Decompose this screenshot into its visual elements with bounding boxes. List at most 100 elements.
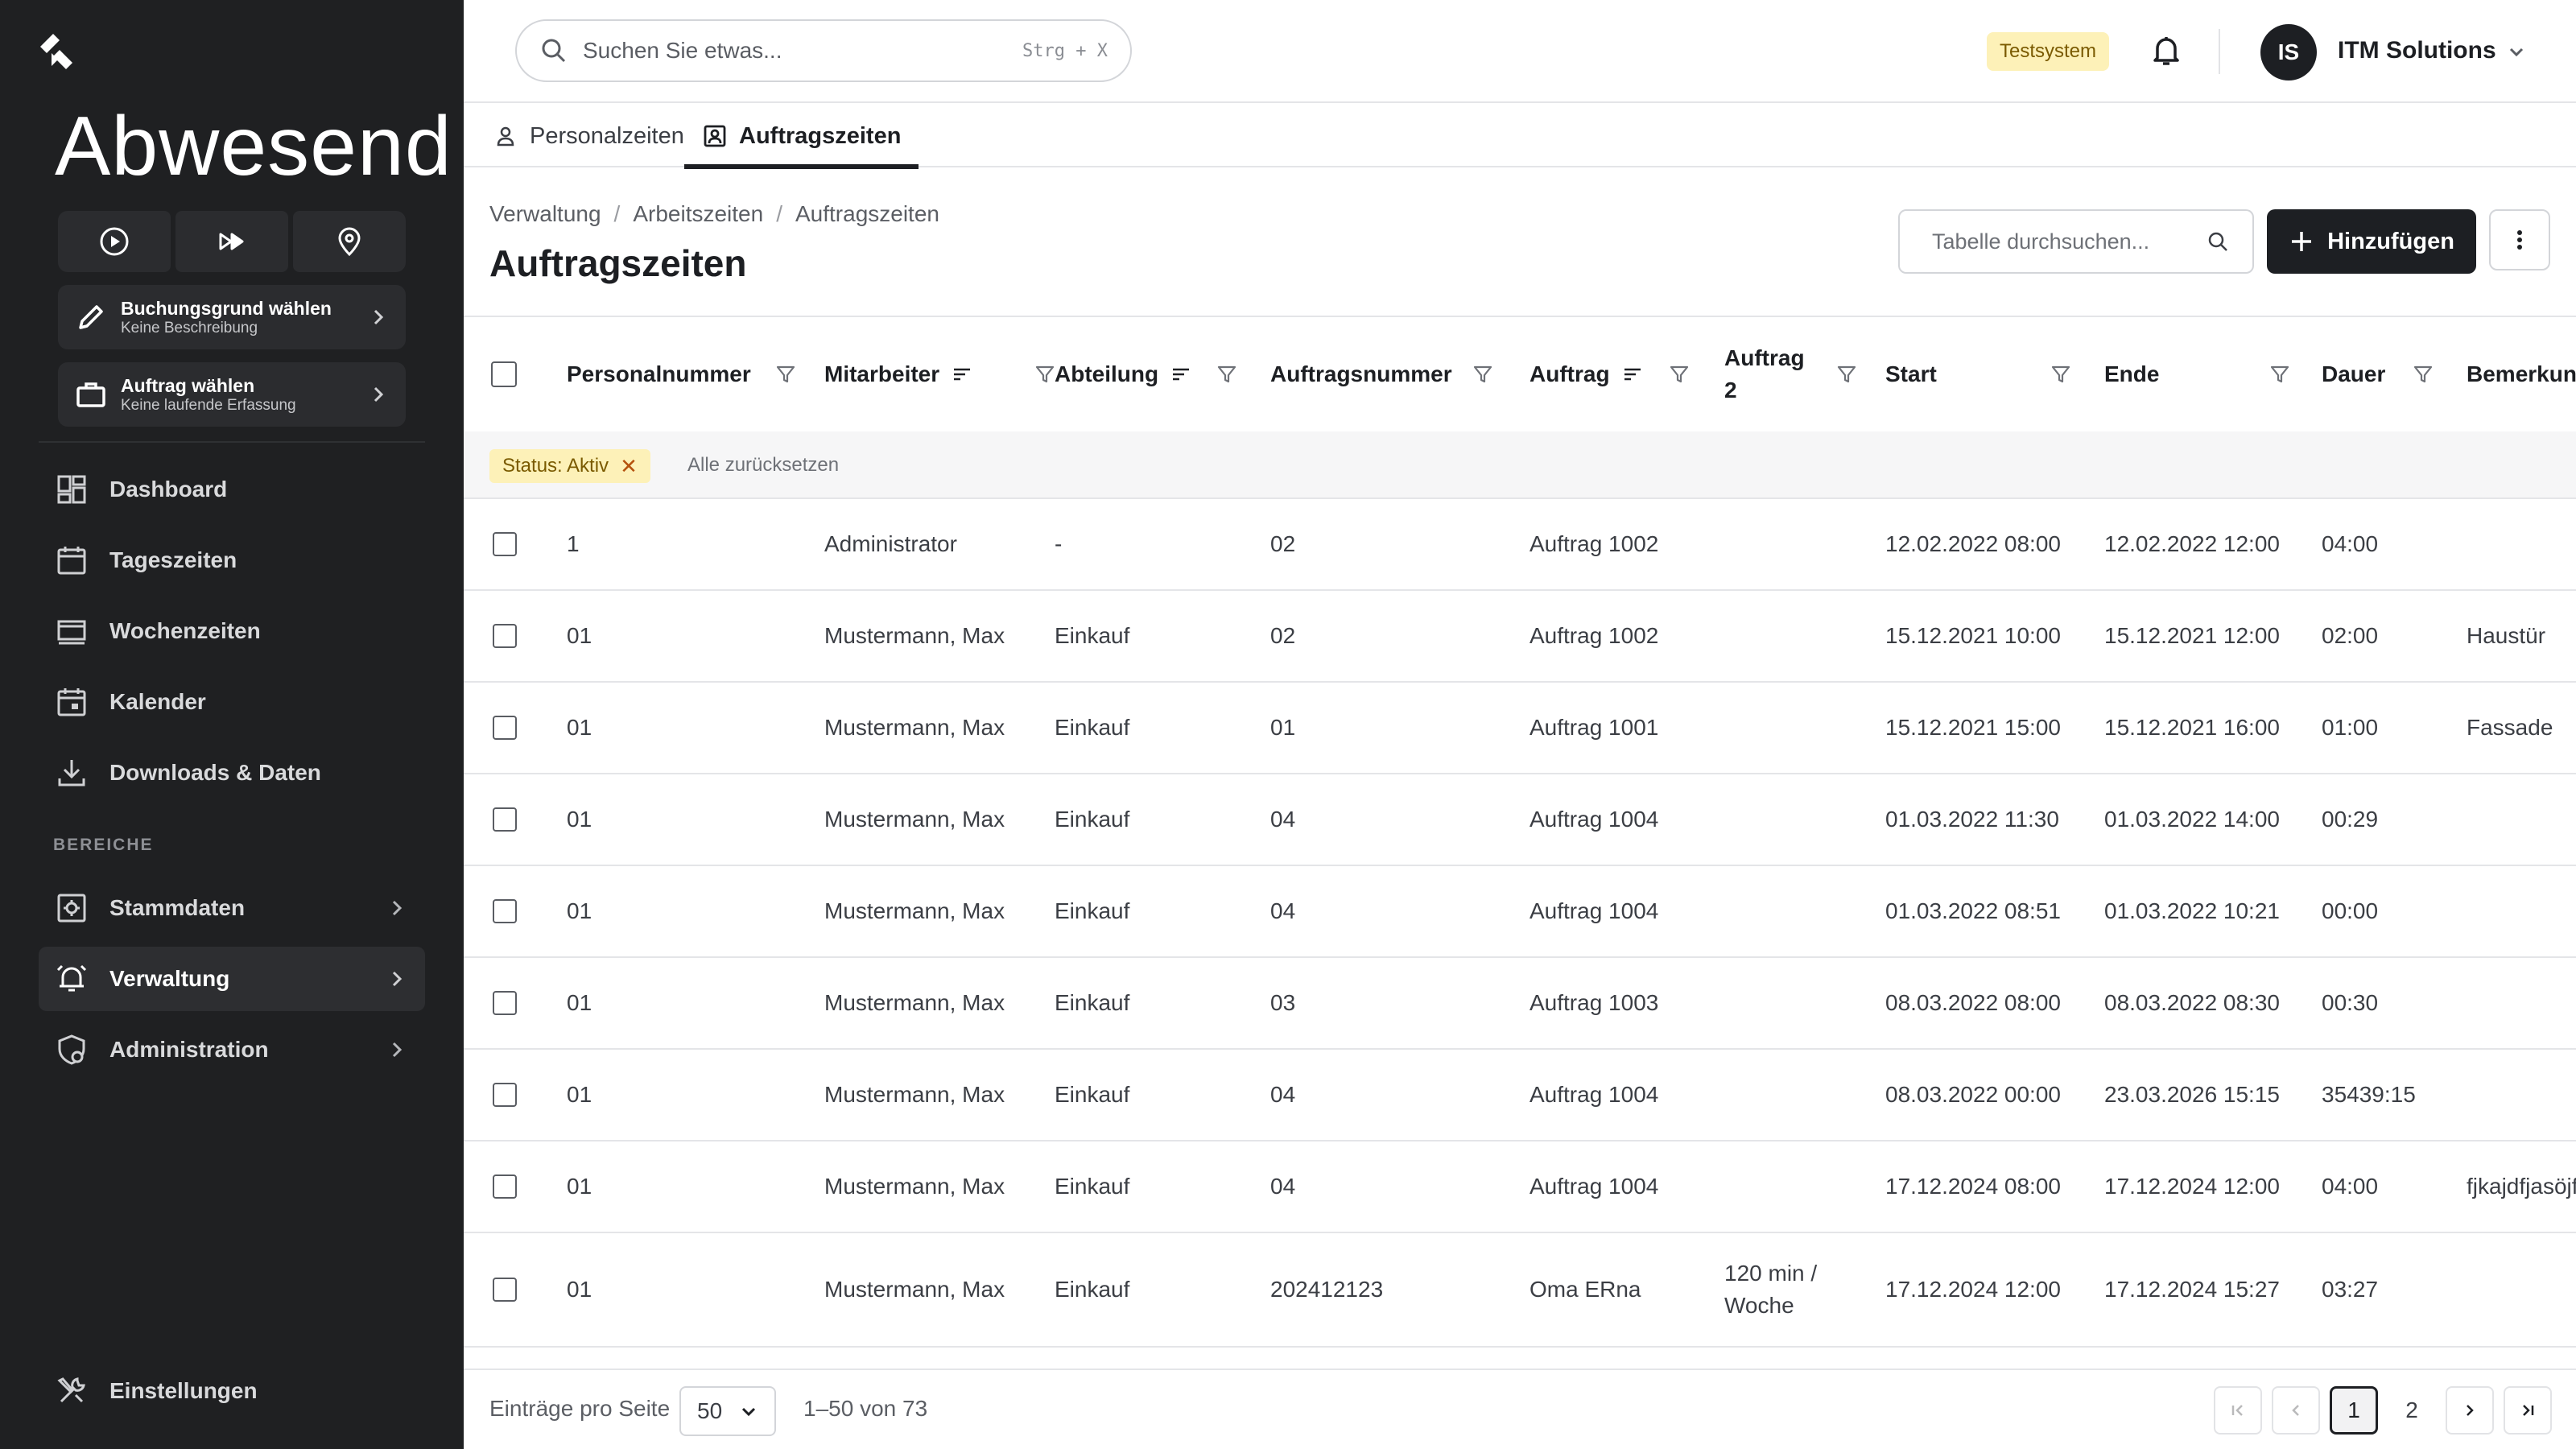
first-page-button[interactable] (2214, 1386, 2262, 1435)
sidebar-item-administration[interactable]: Administration (39, 1018, 425, 1082)
column-auftrag-2[interactable]: Auftrag 2 (1724, 317, 1856, 431)
cell-auftragsnummer: 04 (1270, 898, 1296, 923)
breadcrumb-item[interactable]: Verwaltung (489, 201, 601, 227)
filter-icon[interactable] (2268, 363, 2291, 386)
column-auftragsnummer[interactable]: Auftragsnummer (1270, 317, 1492, 431)
organization-name[interactable]: ITM Solutions (2338, 37, 2496, 64)
column-personalnummer[interactable]: Personalnummer (567, 317, 795, 431)
close-icon[interactable]: ✕ (620, 454, 638, 479)
table-row[interactable]: 01 Mustermann, Max Einkauf 01 Auftrag 1001 15… (464, 683, 2576, 774)
tab-personalzeiten[interactable]: Personalzeiten (493, 105, 684, 167)
checkbox[interactable] (491, 361, 517, 387)
tab-auftragszeiten[interactable]: Auftragszeiten (683, 105, 919, 169)
sort-icon[interactable] (1621, 363, 1644, 386)
location-button[interactable] (293, 211, 406, 272)
cell-auftrag: Auftrag 1002 (1530, 531, 1659, 556)
search-icon (2208, 232, 2227, 251)
chevron-down-icon[interactable] (2505, 40, 2528, 63)
column-dauer[interactable]: Dauer (2322, 317, 2433, 431)
row-checkbox[interactable] (493, 624, 517, 648)
row-checkbox[interactable] (493, 532, 517, 556)
cell-start: 12.02.2022 08:00 (1885, 531, 2061, 556)
sort-icon[interactable] (1170, 363, 1192, 386)
filter-icon[interactable] (2050, 363, 2072, 386)
cell-bemerkung: Fassade (2467, 715, 2553, 740)
more-options-button[interactable] (2489, 209, 2550, 270)
cell-bemerkung: fjkajdfjasöjf (2467, 1174, 2576, 1199)
table-search-input[interactable]: Tabelle durchsuchen... (1898, 209, 2254, 274)
column-bemerkung[interactable]: Bemerkung (2467, 317, 2576, 431)
global-search-input[interactable]: Suchen Sie etwas... Strg + X (515, 19, 1132, 82)
table-row[interactable]: 01 Mustermann, Max Einkauf 04 Auftrag 1004 08… (464, 1050, 2576, 1141)
column-start[interactable]: Start (1885, 317, 2070, 431)
sidebar-item-einstellungen[interactable]: Einstellungen (39, 1359, 425, 1423)
chevron-right-icon (2467, 1405, 2474, 1416)
notifications-button[interactable] (2146, 31, 2186, 71)
sidebar-item-kalender[interactable]: Kalender (39, 670, 425, 734)
table-row[interactable]: 1 Administrator - 02 Auftrag 1002 12.02.2022 … (464, 499, 2576, 591)
table-row[interactable]: 01 Mustermann, Max Einkauf 04 Auftrag 1004 01… (464, 866, 2576, 958)
breadcrumb-item[interactable]: Auftragszeiten (795, 201, 939, 227)
cell-abteilung: Einkauf (1055, 898, 1130, 923)
sidebar-item-wochenzeiten[interactable]: Wochenzeiten (39, 599, 425, 663)
start-button[interactable] (58, 211, 171, 272)
row-checkbox[interactable] (493, 899, 517, 923)
column-mitarbeiter[interactable]: Mitarbeiter (824, 317, 1055, 431)
row-checkbox[interactable] (493, 1083, 517, 1107)
sidebar-item-downloads[interactable]: Downloads & Daten (39, 741, 425, 805)
table-row[interactable]: 01 Mustermann, Max Einkauf 03 Auftrag 1003 08… (464, 958, 2576, 1050)
filter-chip[interactable]: Status: Aktiv ✕ (489, 449, 650, 483)
row-checkbox[interactable] (493, 991, 517, 1015)
select-all-checkbox[interactable] (491, 317, 517, 431)
cell-personalnummer: 01 (567, 623, 592, 648)
cell-start: 17.12.2024 08:00 (1885, 1174, 2061, 1199)
row-checkbox[interactable] (493, 1174, 517, 1199)
row-checkbox[interactable] (493, 716, 517, 740)
table-row[interactable]: 01 Mustermann, Max Einkauf 202412123 Oma ERn… (464, 1233, 2576, 1348)
select-order-card[interactable]: Auftrag wählen Keine laufende Erfassung (58, 362, 406, 427)
column-label: Mitarbeiter (824, 361, 940, 386)
per-page-select[interactable]: 50 (679, 1386, 776, 1436)
page-button-current[interactable]: 1 (2330, 1386, 2378, 1435)
filter-icon[interactable] (1472, 363, 1494, 386)
booking-reason-card[interactable]: Buchungsgrund wählen Keine Beschreibung (58, 285, 406, 349)
sidebar-item-stammdaten[interactable]: Stammdaten (39, 876, 425, 940)
cell-dauer: 00:00 (2322, 898, 2379, 923)
filter-icon[interactable] (1835, 363, 1858, 386)
fast-forward-button[interactable] (175, 211, 288, 272)
page-button[interactable]: 2 (2388, 1386, 2436, 1435)
cell-auftrag-2: 120 min / Woche (1724, 1261, 1818, 1318)
column-auftrag[interactable]: Auftrag (1530, 317, 1689, 431)
add-button[interactable]: Hinzufügen (2267, 209, 2476, 274)
prev-page-button[interactable] (2272, 1386, 2320, 1435)
sidebar-item-tageszeiten[interactable]: Tageszeiten (39, 528, 425, 592)
reset-filters-link[interactable]: Alle zurücksetzen (687, 454, 839, 477)
search-shortcut: Strg + X (1022, 40, 1108, 61)
breadcrumb: Verwaltung / Arbeitszeiten / Auftragszei… (489, 201, 939, 227)
row-checkbox[interactable] (493, 1278, 517, 1302)
sidebar-item-dashboard[interactable]: Dashboard (39, 457, 425, 522)
next-page-button[interactable] (2446, 1386, 2494, 1435)
row-checkbox[interactable] (493, 807, 517, 832)
sort-icon[interactable] (951, 363, 973, 386)
user-icon (497, 126, 514, 147)
app-logo-icon[interactable] (34, 29, 79, 74)
filter-icon[interactable] (774, 363, 797, 386)
avatar[interactable]: IS (2260, 24, 2317, 80)
cell-dauer: 02:00 (2322, 623, 2379, 648)
cell-start: 01.03.2022 08:51 (1885, 898, 2061, 923)
last-page-button[interactable] (2504, 1386, 2552, 1435)
filter-icon[interactable] (1216, 363, 1238, 386)
sidebar-item-verwaltung[interactable]: Verwaltung (39, 947, 425, 1011)
column-ende[interactable]: Ende (2104, 317, 2289, 431)
filter-icon[interactable] (1034, 363, 1056, 386)
column-abteilung[interactable]: Abteilung (1055, 317, 1236, 431)
filter-icon[interactable] (2412, 363, 2434, 386)
filter-icon[interactable] (1668, 363, 1690, 386)
sidebar-item-label: Downloads & Daten (109, 760, 321, 785)
plus-icon (2292, 232, 2312, 251)
table-row[interactable]: 01 Mustermann, Max Einkauf 04 Auftrag 1004 17… (464, 1141, 2576, 1233)
breadcrumb-item[interactable]: Arbeitszeiten (633, 201, 763, 227)
table-row[interactable]: 01 Mustermann, Max Einkauf 02 Auftrag 1002 15… (464, 591, 2576, 683)
table-row[interactable]: 01 Mustermann, Max Einkauf 04 Auftrag 1004 01… (464, 774, 2576, 866)
